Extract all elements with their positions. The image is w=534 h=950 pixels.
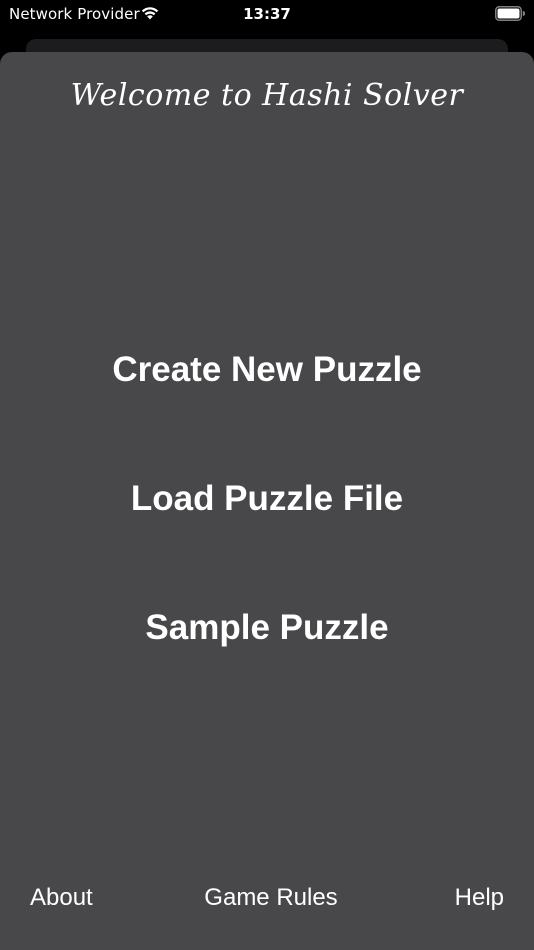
sample-puzzle-button[interactable]: Sample Puzzle xyxy=(0,608,534,648)
help-link[interactable]: Help xyxy=(455,884,504,912)
status-bar: Network Provider 13:37 xyxy=(0,0,534,30)
page-title: Welcome to Hashi Solver xyxy=(70,78,464,113)
clock: 13:37 xyxy=(243,5,291,23)
create-new-puzzle-button[interactable]: Create New Puzzle xyxy=(0,350,534,390)
load-puzzle-file-button[interactable]: Load Puzzle File xyxy=(0,479,534,519)
battery-icon xyxy=(495,6,525,21)
